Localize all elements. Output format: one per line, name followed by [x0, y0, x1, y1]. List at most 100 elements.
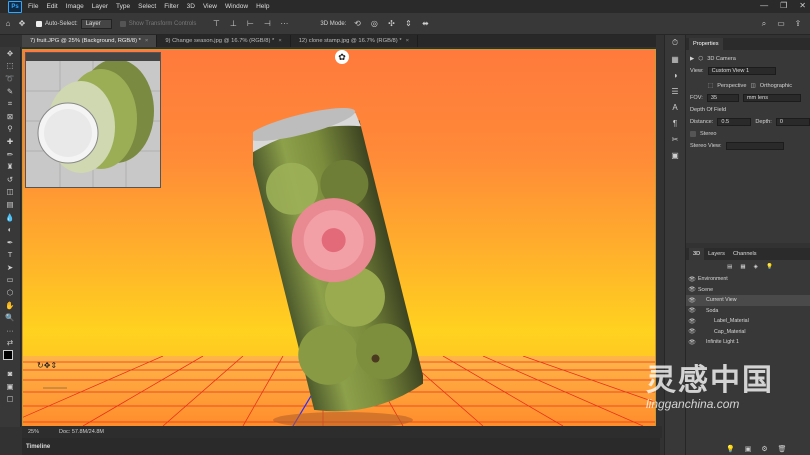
frame-icon[interactable]: ⊠	[0, 110, 20, 123]
tab-3d[interactable]: 3D	[689, 248, 705, 260]
view-dropdown[interactable]: Custom View 1	[707, 67, 776, 75]
menu-3d[interactable]: 3D	[187, 3, 195, 10]
align-middle-icon[interactable]: ⊥	[227, 18, 239, 30]
show-transform-option[interactable]: Show Transform Controls	[119, 20, 196, 27]
swap-colors-icon[interactable]: ⇄	[0, 337, 20, 350]
close-tab-icon[interactable]: ×	[406, 38, 409, 44]
eyedropper-icon[interactable]: ⚲	[0, 123, 20, 136]
menu-view[interactable]: View	[203, 3, 217, 10]
workspace-icon[interactable]: ▭	[775, 18, 787, 30]
eye-icon[interactable]: 👁	[686, 307, 698, 314]
new-layer-icon[interactable]: ▣	[745, 445, 752, 453]
lasso-icon[interactable]: ➰	[0, 72, 20, 85]
list-item[interactable]: 👁 Current View	[686, 295, 810, 306]
pen-icon[interactable]: ✒	[0, 236, 20, 249]
light-add-icon[interactable]: 💡	[726, 445, 735, 453]
roll-3d-icon[interactable]: ◎	[368, 18, 380, 30]
tab-change-season[interactable]: 9) Change season.jpg @ 16.7% (RGB/8) * ×	[157, 35, 291, 47]
search-icon[interactable]: ⌕	[758, 18, 770, 30]
material-filter-icon[interactable]: ◈	[754, 264, 758, 270]
depth-input[interactable]: 0	[775, 118, 810, 126]
menu-image[interactable]: Image	[66, 3, 84, 10]
align-top-icon[interactable]: ⊤	[210, 18, 222, 30]
history-icon[interactable]: ⏱	[665, 35, 685, 51]
menu-layer[interactable]: Layer	[92, 3, 108, 10]
healing-brush-icon[interactable]: ✚	[0, 135, 20, 148]
list-item[interactable]: 👁 Cap_Material	[686, 327, 810, 338]
share-icon[interactable]: ⇪	[792, 18, 804, 30]
eye-icon[interactable]: 👁	[686, 286, 698, 293]
document-size[interactable]: Doc: 57.8M/24.8M	[59, 429, 104, 435]
swatches-icon[interactable]: ▦	[665, 51, 685, 67]
auto-select-dropdown[interactable]: Layer	[80, 18, 112, 29]
character-icon[interactable]: A	[665, 99, 685, 115]
more-options-icon[interactable]: ···	[278, 18, 290, 30]
list-item[interactable]: 👁 Environment	[686, 274, 810, 285]
clone-stamp-icon[interactable]: ♜	[0, 160, 20, 173]
menu-filter[interactable]: Filter	[164, 3, 178, 10]
tab-properties[interactable]: Properties	[689, 38, 723, 50]
auto-select-checkbox[interactable]	[36, 20, 42, 27]
type-tool-icon[interactable]: T	[0, 249, 20, 262]
zoom-level[interactable]: 25%	[28, 429, 39, 435]
distance-input[interactable]: 0.5	[717, 118, 752, 126]
paragraph-icon[interactable]: ¶	[665, 115, 685, 131]
scale-3d-icon[interactable]: ⬌	[419, 18, 431, 30]
orbit-3d-icon[interactable]: ⟲	[351, 18, 363, 30]
lens-dropdown[interactable]: mm lens	[742, 94, 801, 102]
tab-fruit[interactable]: 7) fruit.JPG @ 25% (Background, RGB/8) *…	[22, 35, 158, 47]
stereo-view-dropdown[interactable]	[725, 142, 784, 150]
tools-presets-icon[interactable]: ✂	[665, 131, 685, 147]
tab-clone-stamp[interactable]: 12) clone stamp.jpg @ 16.7% (RGB/8) * ×	[291, 35, 418, 47]
mesh-filter-icon[interactable]: ▦	[740, 264, 745, 270]
dodge-icon[interactable]: ◐	[0, 223, 20, 236]
info-icon[interactable]: ▣	[665, 147, 685, 163]
quick-select-icon[interactable]: ✎	[0, 85, 20, 98]
document-canvas[interactable]: ↻✥⇕ ✿	[22, 49, 656, 427]
edit-toolbar-icon[interactable]: ···	[0, 324, 20, 337]
align-left-icon[interactable]: ⊢	[244, 18, 256, 30]
list-item[interactable]: 👁 Label_Material	[686, 316, 810, 327]
list-item[interactable]: 👁 Soda	[686, 306, 810, 317]
list-item[interactable]: 👁 Scene	[686, 285, 810, 296]
screen-mode-icon[interactable]: ▣	[0, 380, 20, 393]
perspective-icon[interactable]: ⬚	[708, 83, 713, 89]
menu-select[interactable]: Select	[138, 3, 156, 10]
close-tab-icon[interactable]: ×	[145, 38, 148, 44]
list-item[interactable]: 👁 Infinite Light 1	[686, 337, 810, 348]
eye-icon[interactable]: 👁	[686, 276, 698, 283]
menu-edit[interactable]: Edit	[46, 3, 57, 10]
rectangle-tool-icon[interactable]: ▭	[0, 274, 20, 287]
scene-filter-icon[interactable]: ▤	[727, 264, 732, 270]
zoom-icon[interactable]: 🔍	[0, 311, 20, 324]
light-filter-icon[interactable]: 💡	[766, 264, 773, 270]
minimize-icon[interactable]: —	[760, 1, 768, 10]
close-icon[interactable]: ✕	[799, 1, 806, 10]
timeline-panel-tab[interactable]: Timeline	[22, 438, 660, 455]
home-icon[interactable]: ⌂	[2, 18, 14, 30]
soda-can-3d-model[interactable]	[253, 100, 423, 427]
marquee-icon[interactable]: ⬚	[0, 60, 20, 73]
libraries-icon[interactable]: ☰	[665, 83, 685, 99]
path-select-icon[interactable]: ➤	[0, 261, 20, 274]
3d-tool-icon[interactable]: ⬡	[0, 286, 20, 299]
tab-channels[interactable]: Channels	[729, 248, 761, 260]
restore-icon[interactable]: ❐	[780, 1, 787, 10]
menu-type[interactable]: Type	[116, 3, 130, 10]
3d-axis-widget[interactable]: ↻✥⇕	[35, 358, 75, 394]
gradient-icon[interactable]: ▤	[0, 198, 20, 211]
brush-icon[interactable]: ✏	[0, 148, 20, 161]
blur-icon[interactable]: 💧	[0, 211, 20, 224]
drag-3d-icon[interactable]: ✣	[385, 18, 397, 30]
close-tab-icon[interactable]: ×	[278, 38, 281, 44]
menu-help[interactable]: Help	[256, 3, 269, 10]
3d-view-navigator[interactable]	[25, 52, 161, 188]
3d-ground-shadow-icon[interactable]: ✿	[335, 50, 349, 64]
quick-mask-icon[interactable]: ◙	[0, 367, 20, 380]
move-tool-icon[interactable]: ✥	[16, 18, 28, 30]
tab-layers[interactable]: Layers	[704, 248, 729, 260]
fov-input[interactable]: 35	[706, 94, 739, 102]
hand-icon[interactable]: ✋	[0, 299, 20, 312]
menu-window[interactable]: Window	[225, 3, 248, 10]
move-icon[interactable]: ✥	[0, 47, 20, 60]
